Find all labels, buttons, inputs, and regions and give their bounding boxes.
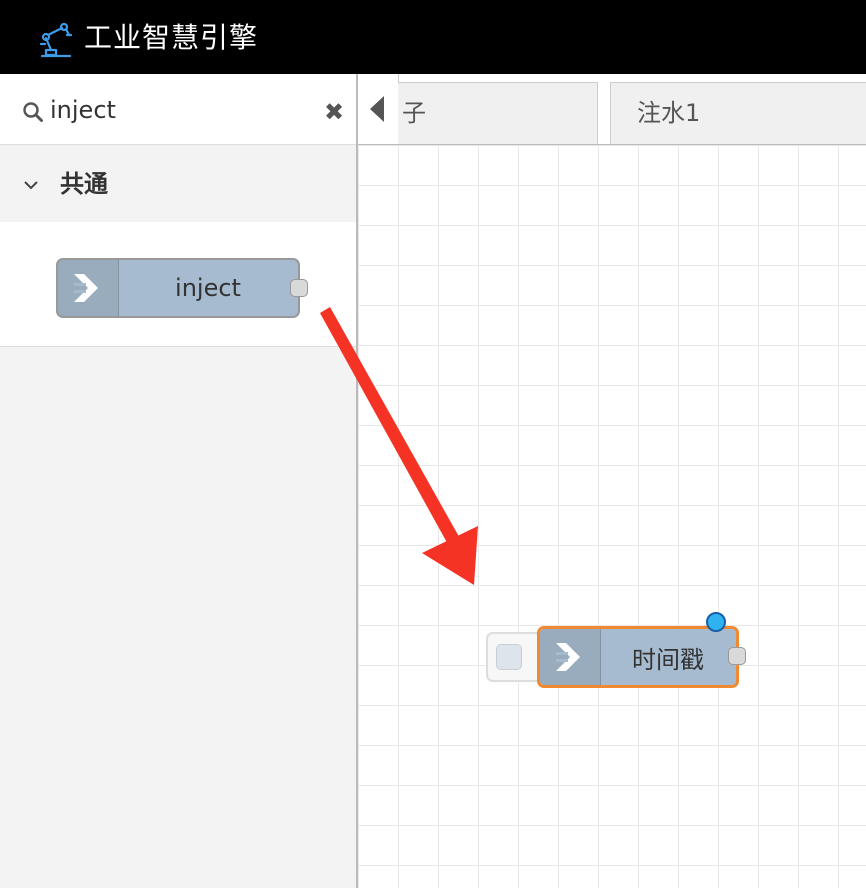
workspace-canvas[interactable]: 时间戳 xyxy=(358,145,866,888)
palette-search: ✖ xyxy=(0,74,356,145)
palette-category-header[interactable]: 共通 xyxy=(0,146,356,222)
chevron-down-icon xyxy=(24,181,38,190)
app-header: 工业智慧引擎 xyxy=(0,0,866,74)
search-icon xyxy=(23,102,43,122)
palette-category-body: inject xyxy=(0,222,356,347)
palette-search-input[interactable] xyxy=(50,92,310,128)
tab-label: 子 xyxy=(402,99,426,127)
node-label: 时间戳 xyxy=(632,645,704,674)
node-label: inject xyxy=(175,274,241,302)
app-title: 工业智慧引擎 xyxy=(84,21,259,54)
tab-flow-1[interactable]: 子 xyxy=(398,82,598,144)
node-output-port[interactable] xyxy=(290,279,308,297)
changed-indicator xyxy=(706,612,726,632)
workspace-tab-bar: 子 注水1 xyxy=(358,74,866,145)
tab-flow-2[interactable]: 注水1 xyxy=(610,82,866,144)
robot-arm-icon xyxy=(39,22,73,58)
arrow-right-icon xyxy=(556,643,580,671)
placeholder-port xyxy=(496,644,522,670)
palette-category-label: 共通 xyxy=(60,170,108,198)
workspace-node-timestamp[interactable]: 时间戳 xyxy=(537,612,746,688)
palette-node-inject[interactable]: inject xyxy=(56,258,308,318)
caret-left-icon xyxy=(370,96,384,122)
arrow-right-icon xyxy=(74,274,98,302)
node-icon-area xyxy=(58,260,119,316)
close-icon[interactable]: ✖ xyxy=(322,100,346,124)
workspace: 子 注水1 时间戳 xyxy=(358,74,866,888)
tab-scroll-left-button[interactable] xyxy=(358,74,399,144)
tab-label: 注水1 xyxy=(637,99,701,127)
node-output-port[interactable] xyxy=(728,647,746,665)
node-palette: ✖ 共通 inject xyxy=(0,74,358,888)
node-icon-area xyxy=(540,629,601,685)
